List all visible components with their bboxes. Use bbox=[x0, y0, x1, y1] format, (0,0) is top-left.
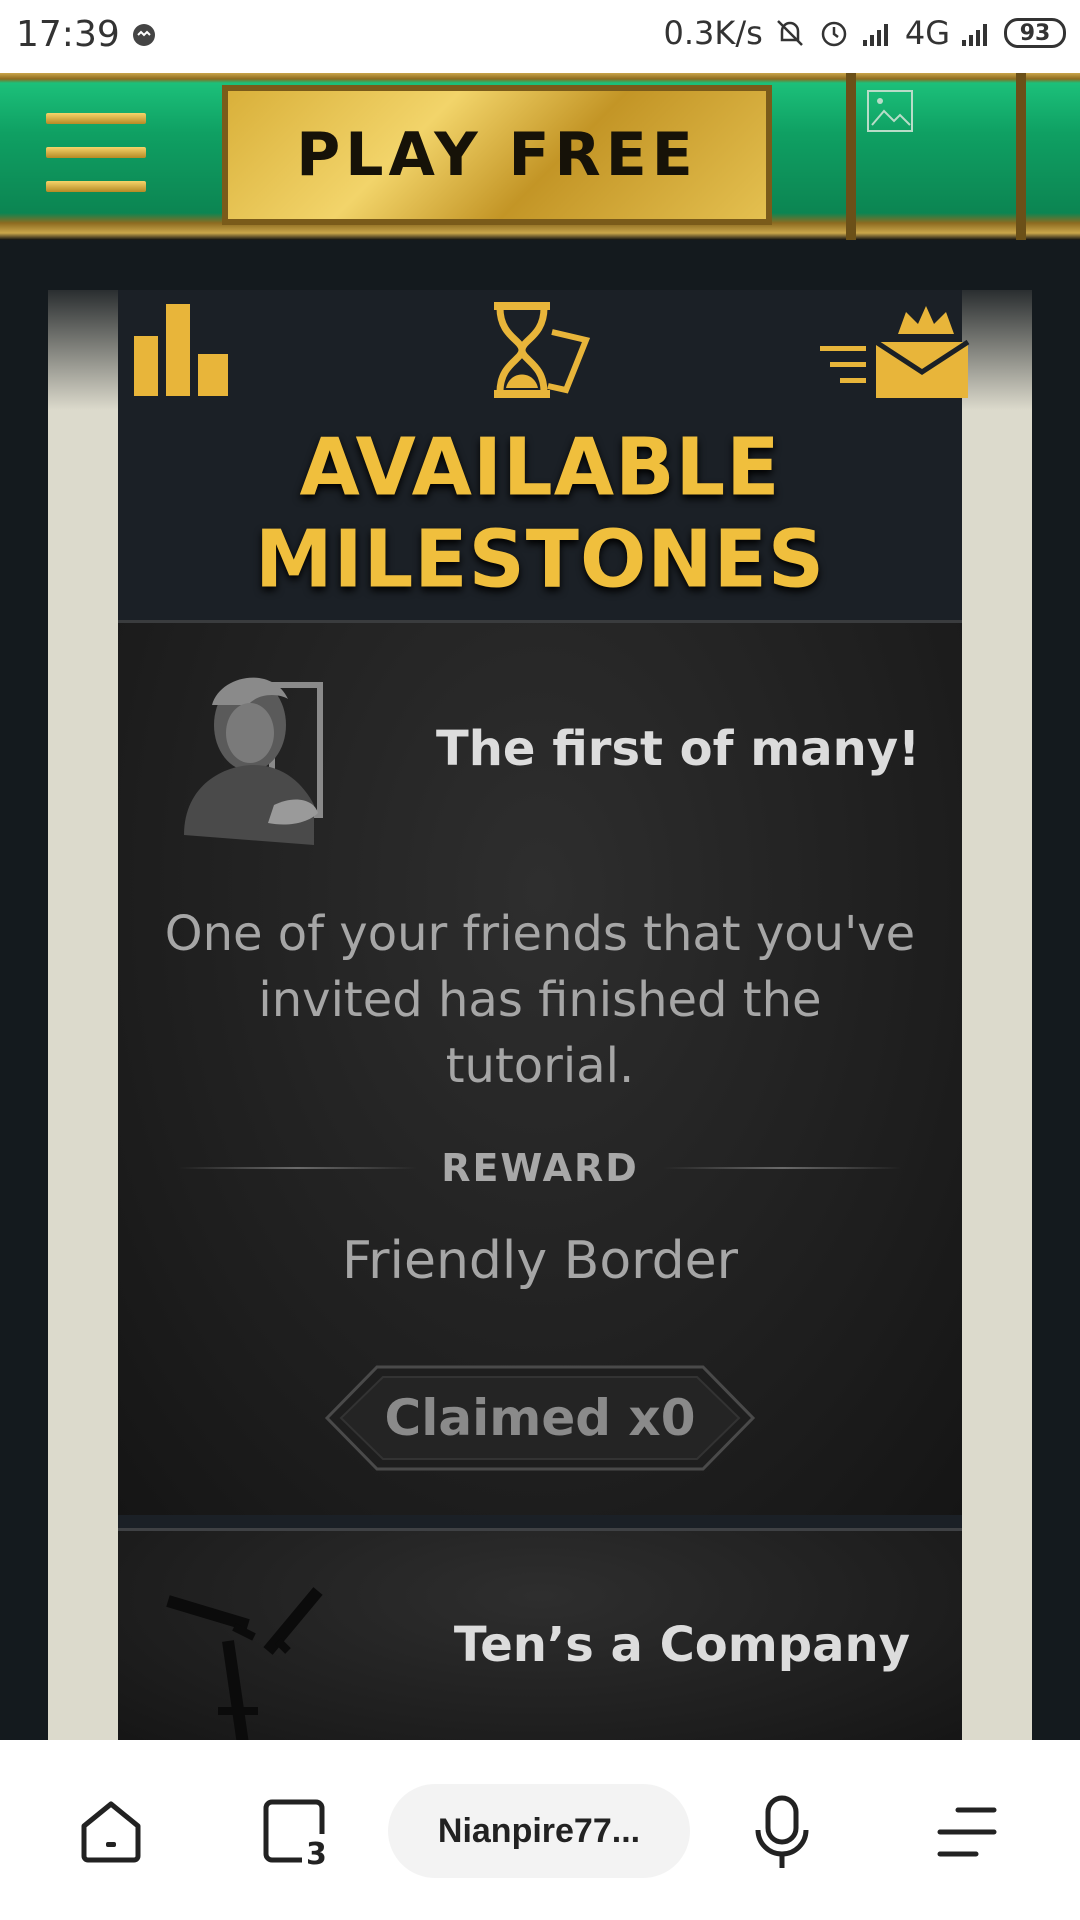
reward-divider: REWARD bbox=[178, 1143, 903, 1193]
milestone-card: The first of many! One of your friends t… bbox=[118, 620, 962, 1515]
network-type: 4G bbox=[904, 14, 950, 52]
message-icon bbox=[133, 24, 155, 46]
net-speed: 0.3K/s bbox=[663, 14, 763, 52]
mute-bell-icon bbox=[776, 20, 803, 46]
reward-name: Friendly Border bbox=[342, 1231, 738, 1291]
game-top-bar: PLAY FREE bbox=[0, 73, 1080, 240]
crossed-swords-icon bbox=[166, 1587, 323, 1752]
battery-indicator: 93 bbox=[1004, 18, 1066, 48]
signal-icon bbox=[862, 24, 888, 46]
milestone-description: One of your friends that you've invited … bbox=[164, 906, 916, 1094]
right-panel-border bbox=[962, 290, 1032, 1740]
hourglass-icon[interactable] bbox=[490, 302, 590, 398]
more-menu-icon[interactable] bbox=[936, 1802, 998, 1862]
milestones-title: AVAILABLE MILESTONES bbox=[254, 422, 826, 606]
broken-image-icon bbox=[867, 90, 913, 132]
status-bar: 17:39 0.3K/s 4G 93 bbox=[0, 0, 1080, 73]
left-panel-border bbox=[48, 290, 118, 1740]
crown-mail-icon[interactable] bbox=[818, 302, 970, 398]
tabs-icon[interactable]: 3 bbox=[262, 1798, 332, 1866]
reward-label: REWARD bbox=[441, 1146, 639, 1190]
status-right: 0.3K/s 4G 93 bbox=[664, 14, 1066, 52]
divider-line bbox=[178, 1167, 418, 1169]
home-icon[interactable] bbox=[78, 1798, 144, 1864]
claimed-label: Claimed x0 bbox=[384, 1389, 696, 1447]
milestone-card: Ten’s a Company bbox=[118, 1528, 962, 1752]
play-free-button[interactable]: PLAY FREE bbox=[222, 85, 772, 225]
browser-bottom-bar: 3 Nianpire77... bbox=[0, 1740, 1080, 1920]
character-portrait-icon bbox=[184, 677, 323, 845]
alarm-icon bbox=[821, 21, 847, 47]
milestone-title: Ten’s a Company bbox=[453, 1617, 910, 1673]
signal-icon bbox=[962, 24, 987, 46]
status-time: 17:39 bbox=[16, 14, 120, 55]
microphone-icon[interactable] bbox=[752, 1794, 812, 1872]
divider-line bbox=[662, 1167, 903, 1169]
leaderboard-icon[interactable] bbox=[134, 304, 236, 396]
claimed-button[interactable]: Claimed x0 bbox=[323, 1363, 757, 1473]
address-bar[interactable]: Nianpire77... bbox=[388, 1784, 690, 1878]
menu-icon[interactable] bbox=[46, 113, 146, 203]
milestone-title: The first of many! bbox=[436, 721, 920, 777]
tab-count: 3 bbox=[306, 1837, 327, 1866]
